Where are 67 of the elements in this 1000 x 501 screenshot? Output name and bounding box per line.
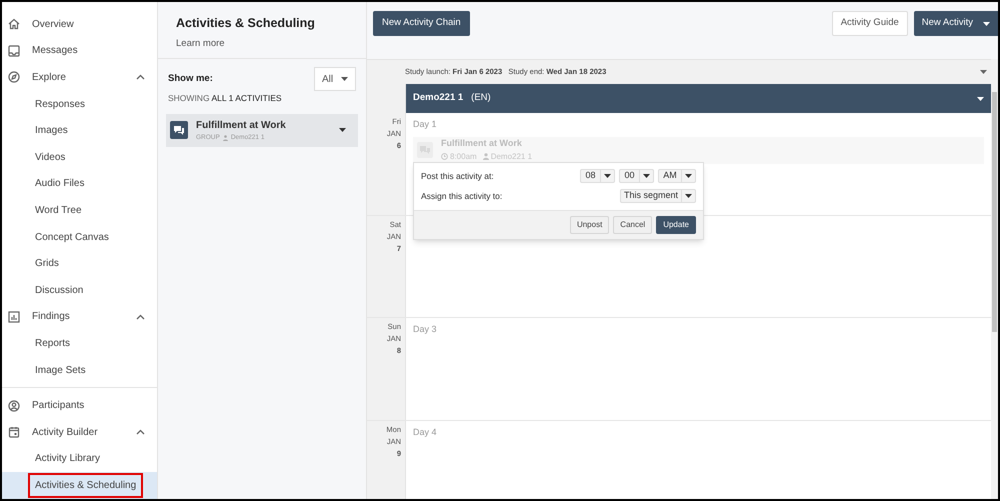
nav-item[interactable]: Activity Builder <box>2 418 157 446</box>
chart-icon <box>8 310 20 323</box>
field-label: Assign this activity to: <box>421 190 502 202</box>
nav-subitem[interactable]: Videos <box>28 144 72 170</box>
person-icon <box>482 153 489 160</box>
activity-title: Fulfillment at Work <box>196 118 287 133</box>
day-label: Day 1 <box>413 118 438 131</box>
chevron-icon <box>136 429 145 436</box>
caret-icon <box>604 174 611 178</box>
chevron-icon <box>136 74 145 80</box>
caret-icon <box>341 77 348 81</box>
nav-subitem[interactable]: Activities & Scheduling <box>28 472 144 498</box>
filter-dropdown[interactable]: All <box>314 67 356 91</box>
compass-icon <box>8 71 20 84</box>
nav-item[interactable]: Explore <box>2 64 157 91</box>
nav-subitem[interactable]: Discussion <box>28 278 90 303</box>
nav-subitem[interactable]: Audio Files <box>28 171 92 196</box>
caret-icon <box>685 174 692 178</box>
hour-select[interactable]: 08 <box>580 169 615 183</box>
activity-title: Fulfillment at Work <box>441 137 523 150</box>
segment-header[interactable]: Demo221 1 (EN) <box>406 84 991 113</box>
segment-name: Demo221 1 <box>413 91 464 106</box>
nav-item[interactable]: Overview <box>2 11 157 38</box>
inbox-icon <box>8 44 20 57</box>
nav-subitem[interactable]: Grids <box>28 251 66 276</box>
caret-icon <box>643 174 650 178</box>
nav-subitem[interactable]: Concept Canvas <box>28 224 116 250</box>
nav-subitem[interactable]: Reports <box>28 330 78 356</box>
learn-more-link[interactable]: Learn more <box>176 36 225 51</box>
popup-button[interactable]: Update <box>656 216 696 234</box>
user-circle-icon <box>8 400 20 412</box>
segment-select[interactable]: This segment <box>620 189 696 203</box>
nav-subitem[interactable]: Activity Library <box>28 446 108 472</box>
chevron-icon <box>136 314 145 320</box>
field-label: Post this activity at: <box>421 170 494 182</box>
caret-icon <box>983 22 990 26</box>
nav-subitem[interactable]: Word Tree <box>28 198 88 223</box>
calendar-icon <box>8 426 20 438</box>
minute-select[interactable]: 00 <box>619 169 654 183</box>
popup-button[interactable]: Unpost <box>570 216 610 234</box>
caret-icon <box>977 96 984 100</box>
caret-icon <box>339 128 346 132</box>
filter-label: Show me: <box>168 72 213 86</box>
nav-subitem[interactable]: Images <box>28 118 75 144</box>
ampm-select[interactable]: AM <box>658 169 696 183</box>
scrollbar[interactable] <box>991 59 998 499</box>
popup-button[interactable]: Cancel <box>613 216 652 234</box>
nav-subitem[interactable]: Image Sets <box>28 358 93 383</box>
nav-item[interactable]: Participants <box>2 392 157 419</box>
page-title: Activities & Scheduling <box>176 15 315 32</box>
caret-icon <box>980 70 987 74</box>
person-icon <box>222 134 228 141</box>
day-label: Day 4 <box>413 426 438 439</box>
new-chain-button[interactable]: New Activity Chain <box>373 11 470 36</box>
activity-count: SHOWING ALL 1 ACTIVITIES <box>167 92 283 105</box>
segment-language: (EN) <box>471 91 491 106</box>
nav-item[interactable]: Findings <box>2 304 157 330</box>
chat-bubbles-icon <box>417 142 433 158</box>
new-activity-button[interactable]: New Activity <box>914 11 998 36</box>
home-icon <box>8 18 20 30</box>
nav-item[interactable]: Messages <box>2 38 157 64</box>
day-label: Day 3 <box>413 323 438 336</box>
nav-subitem[interactable]: Responses <box>28 92 92 117</box>
activity-guide-button[interactable]: Activity Guide <box>832 11 908 36</box>
clock-icon <box>441 153 448 160</box>
chat-bubbles-icon <box>170 121 188 140</box>
caret-icon <box>685 194 692 198</box>
